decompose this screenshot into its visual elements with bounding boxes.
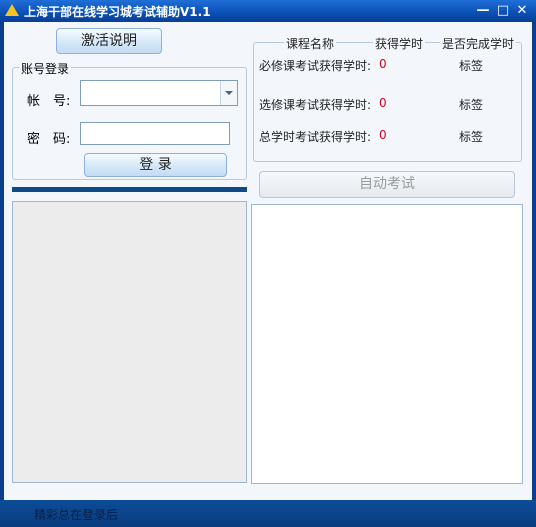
- login-group: 账号登录 帐 号: 密 码: 登 录: [12, 60, 247, 180]
- required-status-tag: 标签: [459, 59, 484, 73]
- password-label: 密 码:: [27, 132, 71, 147]
- login-button[interactable]: 登 录: [84, 153, 227, 177]
- right-output-panel: [251, 204, 523, 484]
- elective-status-tag: 标签: [459, 98, 484, 112]
- left-log-panel: [12, 201, 247, 483]
- app-window: 上海干部在线学习城考试辅助V1.1 — □ ✕ 激活说明 账号登录 帐 号: 密…: [0, 0, 536, 527]
- total-credits-value: 0: [379, 128, 387, 142]
- maximize-button[interactable]: □: [495, 3, 511, 19]
- total-status-tag: 标签: [459, 130, 484, 144]
- credits-group: 课程名称 获得学时 是否完成学时 必修课考试获得学时: 0 标签 选修课考试获得…: [253, 35, 522, 162]
- elective-credits-value: 0: [379, 96, 387, 110]
- required-credits-label: 必修课考试获得学时:: [259, 59, 372, 73]
- header-completion: 是否完成学时: [440, 35, 517, 52]
- activate-info-button[interactable]: 激活说明: [56, 28, 162, 54]
- status-bar: 精彩总在登录后: [0, 500, 536, 527]
- auto-exam-button[interactable]: 自动考试: [259, 171, 515, 198]
- required-credits-value: 0: [379, 57, 387, 71]
- close-button[interactable]: ✕: [514, 3, 530, 19]
- title-bar[interactable]: 上海干部在线学习城考试辅助V1.1 — □ ✕: [0, 0, 536, 22]
- app-logo-icon: [5, 4, 19, 16]
- login-group-title: 账号登录: [19, 60, 72, 77]
- chevron-down-icon[interactable]: [220, 81, 237, 105]
- separator-bar: [12, 187, 247, 192]
- window-title: 上海干部在线学习城考试辅助V1.1: [24, 5, 211, 19]
- elective-credits-label: 选修课考试获得学时:: [259, 98, 372, 112]
- minimize-button[interactable]: —: [475, 3, 491, 19]
- client-area: 激活说明 账号登录 帐 号: 密 码: 登 录 课程名称 获得学时 是否完成学时…: [4, 22, 532, 500]
- account-label: 帐 号:: [27, 94, 71, 109]
- header-course-name: 课程名称: [284, 35, 337, 52]
- status-text: 精彩总在登录后: [34, 508, 119, 522]
- total-credits-label: 总学时考试获得学时:: [259, 130, 372, 144]
- password-field[interactable]: [80, 122, 230, 145]
- account-combobox[interactable]: [80, 80, 238, 106]
- header-credits-earned: 获得学时: [373, 35, 426, 52]
